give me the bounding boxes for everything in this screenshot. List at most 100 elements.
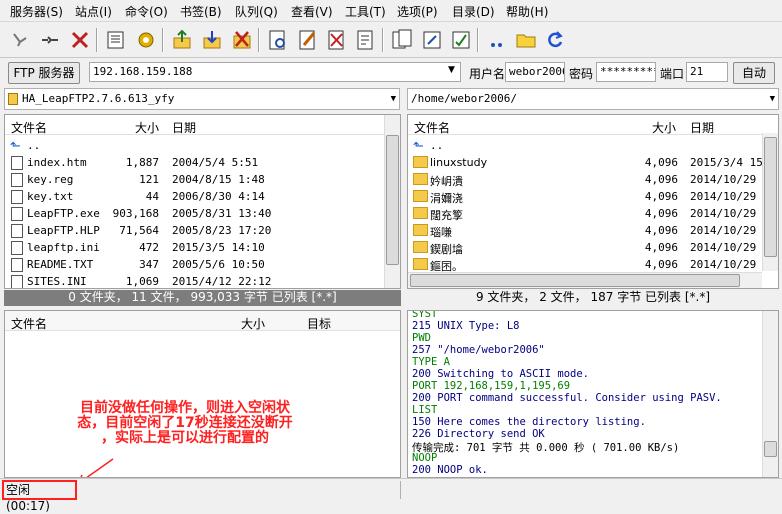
local-col-name[interactable]: 文件名 (11, 119, 47, 136)
table-row[interactable]: linuxstudy 4,096 2015/3/4 15: (408, 154, 769, 171)
queue-list-icon[interactable] (390, 28, 414, 52)
queue-list[interactable]: 文件名 大小 目标 目前没做任何操作，则进入空闲状 态，目前空闲了17秒连接还没… (4, 310, 401, 478)
local-path-combo[interactable]: HA_LeapFTP2.7.6.613_yfy ▼ (4, 88, 400, 110)
port-label: 端口 (660, 67, 685, 81)
remote-file-list[interactable]: 文件名 大小 日期 ⬑ .. linuxstudy 4,096 2015/3/4 1… (407, 114, 779, 289)
log-panel[interactable]: SYST 215 UNIX Type: L8 PWD 257 "/home/webor… (407, 310, 779, 478)
table-row[interactable]: 妗岄潰 4,096 2014/10/29 6 (408, 171, 769, 188)
log-line: NOOP (412, 452, 438, 464)
ftp-server-button[interactable]: FTP 服务器 (8, 62, 80, 84)
up-arrow-icon: ⬑ (413, 139, 424, 154)
local-file-list[interactable]: 文件名 大小 日期 ⬑ .. index.htm 1,887 2004/5/4 5:… (4, 114, 401, 289)
reconnect-icon[interactable] (38, 28, 62, 52)
menu-sites[interactable]: 站点(I) (75, 3, 112, 20)
table-row[interactable]: leapftp.ini 472 2015/3/5 14:10 (5, 239, 385, 256)
log-line: 215 UNIX Type: L8 (412, 320, 520, 332)
table-row[interactable]: 鏂囨。 4,096 2014/10/29 6 (408, 256, 769, 273)
refresh-icon[interactable] (543, 28, 567, 52)
table-row[interactable]: LeapFTP.exe 903,168 2005/8/31 13:40 (5, 205, 385, 222)
folder-icon (413, 241, 428, 253)
file-icon (11, 275, 23, 288)
menu-options[interactable]: 选项(P) (397, 3, 438, 20)
local-status-bar: 0 文件夹， 11 文件， 993,033 字节 已列表 [*.*] (4, 290, 401, 306)
queue-list-header: 文件名 大小 目标 (5, 311, 400, 331)
log-line: 传输完成: 701 字节 共 0.000 秒 ( 701.00 KB/s) (412, 442, 680, 454)
remote-col-size[interactable]: 大小 (652, 119, 676, 136)
table-row[interactable]: index.htm 1,887 2004/5/4 5:51 (5, 154, 385, 171)
disconnect-icon[interactable] (68, 28, 92, 52)
edit-file-icon[interactable] (296, 28, 320, 52)
queue-col-size[interactable]: 大小 (241, 315, 265, 332)
remote-path-dropdown-icon[interactable]: ▼ (770, 89, 775, 109)
upload-icon[interactable] (170, 28, 194, 52)
folder-icon (413, 224, 428, 236)
menu-help[interactable]: 帮助(H) (506, 3, 548, 20)
settings-gear-icon[interactable] (134, 28, 158, 52)
transfer-icon[interactable] (420, 28, 444, 52)
table-row[interactable]: 涓嬭浇 4,096 2014/10/29 6 (408, 188, 769, 205)
file-icon (11, 190, 23, 204)
annotation-arrow (80, 458, 114, 477)
local-list-header: 文件名 大小 日期 (5, 115, 400, 135)
annotation-text: 目前没做任何操作，则进入空闲状 态，目前空闲了17秒连接还没断开 ，实际上是可以… (77, 400, 293, 446)
table-row[interactable]: LeapFTP.HLP 71,564 2005/8/23 17:20 (5, 222, 385, 239)
menu-view[interactable]: 查看(V) (291, 3, 333, 20)
list-item[interactable]: ⬑ .. (408, 137, 763, 154)
local-col-date[interactable]: 日期 (172, 119, 196, 136)
host-dropdown-icon[interactable]: ▼ (448, 65, 455, 75)
log-line: SYST (412, 310, 438, 320)
menu-bookmarks[interactable]: 书签(B) (180, 3, 222, 20)
local-vertical-scrollbar[interactable] (384, 115, 400, 288)
folder-icon (413, 173, 428, 185)
password-label: 密码 (569, 67, 594, 81)
local-col-size[interactable]: 大小 (135, 119, 159, 136)
log-vertical-scrollbar[interactable] (762, 311, 778, 477)
download-icon[interactable] (200, 28, 224, 52)
delete-file-icon[interactable] (325, 28, 349, 52)
local-path-dropdown-icon[interactable]: ▼ (391, 89, 396, 109)
remote-vertical-scrollbar[interactable] (762, 133, 778, 271)
view-file-icon[interactable] (266, 28, 290, 52)
password-input[interactable]: ********* (596, 62, 656, 82)
file-icon (11, 156, 23, 170)
remote-col-date[interactable]: 日期 (690, 119, 714, 136)
port-input[interactable]: 21 (686, 62, 728, 82)
status-bar: 空闲 (00:17) (0, 478, 782, 513)
menu-server[interactable]: 服务器(S) (10, 3, 63, 20)
table-row[interactable]: key.txt 44 2006/8/30 4:14 (5, 188, 385, 205)
list-item[interactable]: ⬑ .. (5, 137, 385, 154)
auto-button[interactable]: 自动 (733, 62, 775, 84)
menu-command[interactable]: 命令(O) (125, 3, 168, 20)
table-row[interactable]: README.TXT 347 2005/5/6 10:50 (5, 256, 385, 273)
host-input[interactable]: 192.168.159.188 (89, 62, 461, 82)
connect-icon[interactable] (8, 28, 32, 52)
table-row[interactable]: SITES.INI 1,069 2015/4/12 22:12 (5, 273, 385, 288)
remote-path-combo[interactable]: /home/webor2006/ ▼ (407, 88, 779, 110)
table-row[interactable]: 鍥剧墖 4,096 2014/10/29 6 (408, 239, 769, 256)
site-manager-icon[interactable] (104, 28, 128, 52)
delete-folder-icon[interactable] (230, 28, 254, 52)
table-row[interactable]: 闊充箰 4,096 2014/10/29 6 (408, 205, 769, 222)
folder-icon[interactable] (514, 28, 538, 52)
log-line: TYPE A (412, 356, 450, 368)
table-row[interactable]: key.reg 121 2004/8/15 1:48 (5, 171, 385, 188)
queue-col-target[interactable]: 目标 (307, 315, 331, 332)
queue-col-name[interactable]: 文件名 (11, 315, 47, 332)
remote-list-header: 文件名 大小 日期 (408, 115, 778, 135)
remote-horizontal-scrollbar[interactable] (408, 272, 762, 288)
menu-queue[interactable]: 队列(Q) (235, 3, 278, 20)
menu-directory[interactable]: 目录(D) (452, 3, 495, 20)
log-line: 257 "/home/webor2006" (412, 344, 545, 356)
remote-col-name[interactable]: 文件名 (414, 119, 450, 136)
log-line: LIST (412, 404, 438, 416)
file-icon (11, 258, 23, 272)
rename-file-icon[interactable] (354, 28, 378, 52)
sync-icon[interactable] (449, 28, 473, 52)
file-icon (11, 241, 23, 255)
menu-tools[interactable]: 工具(T) (345, 3, 386, 20)
log-line: 226 Directory send OK (412, 428, 545, 440)
username-input[interactable]: webor2006 (505, 62, 565, 82)
table-row[interactable]: 瑙嗛 4,096 2014/10/29 6 (408, 222, 769, 239)
toolbar (0, 22, 782, 58)
parent-dir-icon[interactable] (485, 28, 509, 52)
